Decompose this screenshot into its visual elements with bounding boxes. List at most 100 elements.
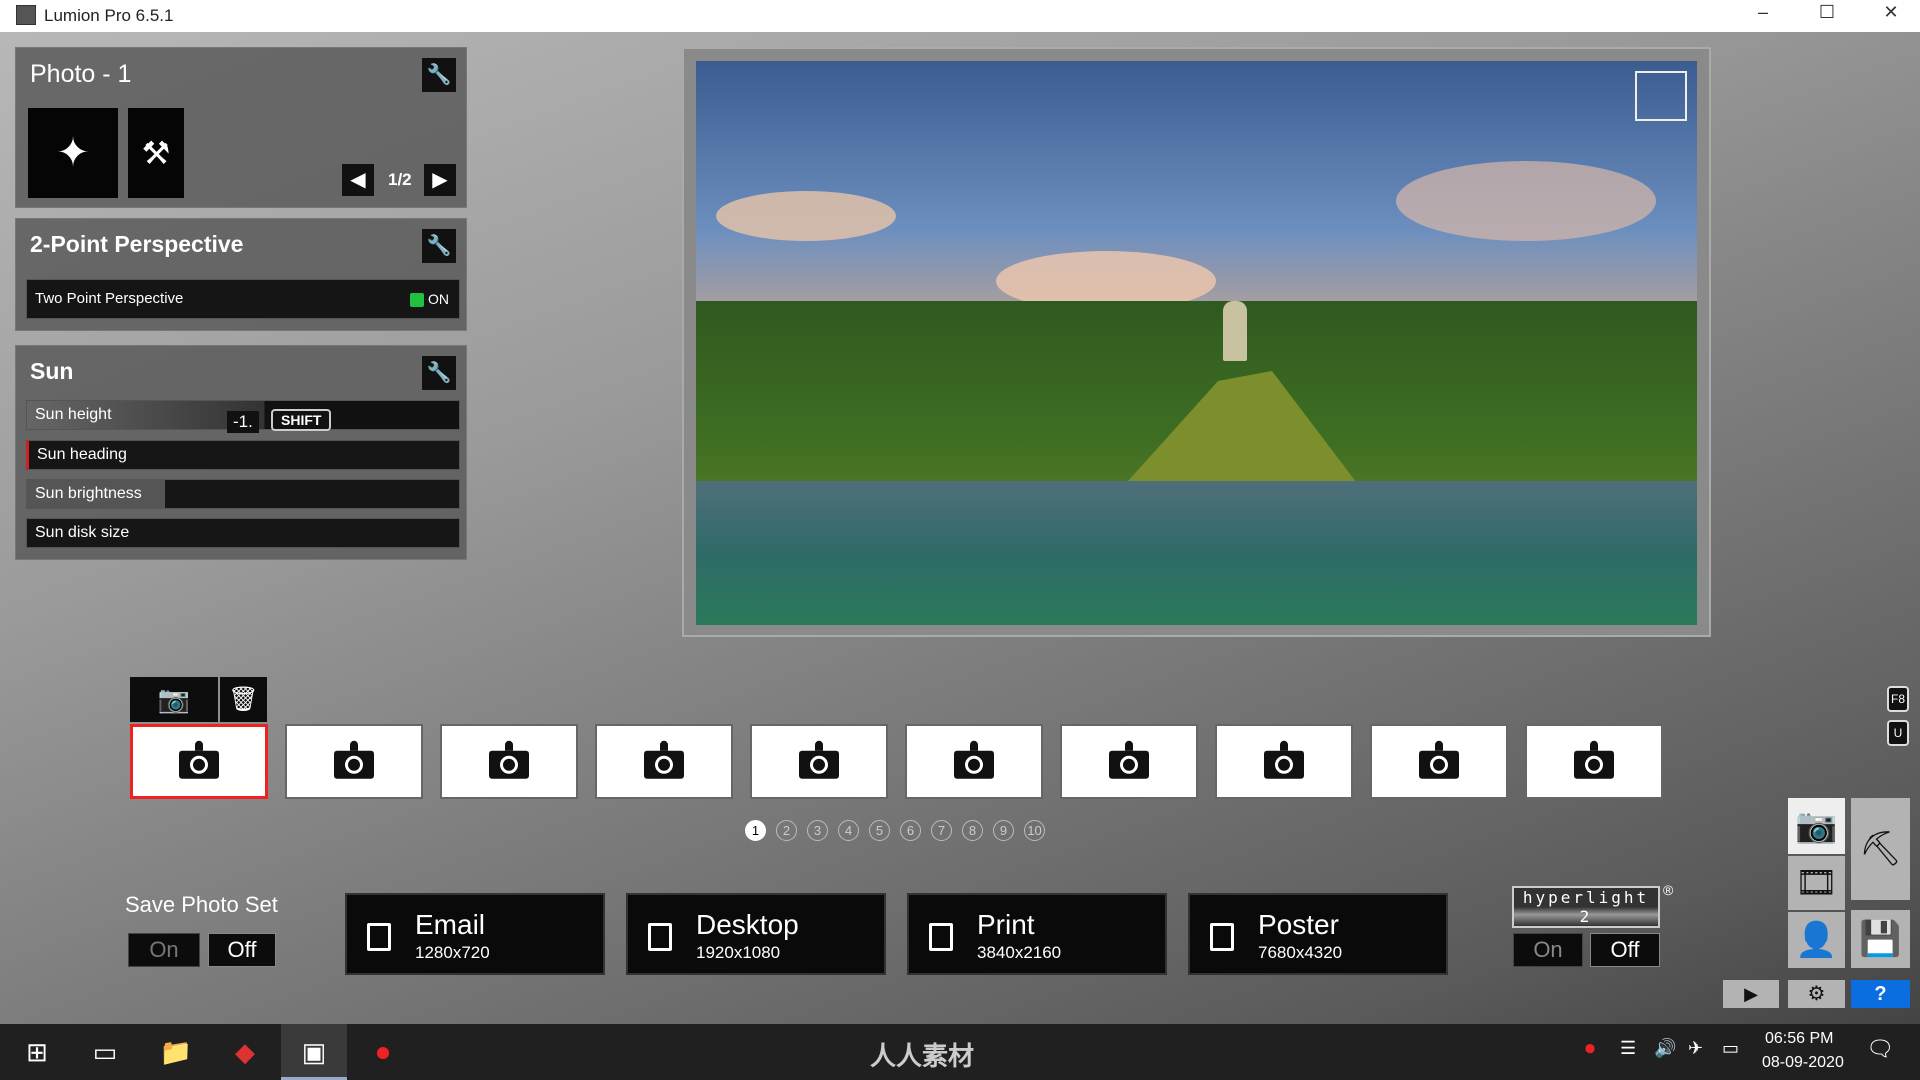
movie-mode-button[interactable]: 🎞: [1788, 856, 1845, 910]
camera-icon: [1109, 740, 1149, 779]
sun-height-slider[interactable]: Sun height -1. SHIFT: [26, 400, 460, 433]
perspective-effect-row[interactable]: Two Point Perspective ON: [26, 279, 460, 319]
wrench-icon[interactable]: 🔧: [422, 229, 456, 263]
next-page-button[interactable]: ▶: [424, 164, 456, 196]
floppy-icon: [367, 923, 391, 951]
page-dot[interactable]: 10: [1024, 820, 1045, 841]
clock-time[interactable]: 06:56 PM: [1765, 1030, 1833, 1048]
photo-slot[interactable]: [285, 724, 423, 799]
lumion-taskbar-icon[interactable]: ▣: [281, 1024, 347, 1080]
help-button[interactable]: ?: [1851, 980, 1910, 1008]
page-dot[interactable]: 6: [900, 820, 921, 841]
clock-date[interactable]: 08-09-2020: [1762, 1054, 1844, 1072]
play-icon: ▶: [1744, 984, 1758, 1004]
on-toggle[interactable]: ON: [410, 291, 449, 308]
page-dot[interactable]: 5: [869, 820, 890, 841]
effect-slot-button[interactable]: ⚒: [128, 108, 184, 198]
registered-mark: ®: [1663, 882, 1674, 898]
render-name: Poster: [1258, 909, 1339, 940]
page-dot[interactable]: 2: [776, 820, 797, 841]
floppy-icon: 💾: [1859, 920, 1902, 958]
viewport-frame-toggle[interactable]: [1635, 71, 1687, 121]
wrench-icon[interactable]: 🔧: [422, 356, 456, 390]
photo-slot[interactable]: [595, 724, 733, 799]
close-button[interactable]: ✕: [1868, 2, 1914, 28]
render-name: Print: [977, 909, 1035, 940]
slider-label: Sun heading: [37, 446, 127, 463]
record-icon[interactable]: ⏺: [350, 1024, 416, 1080]
sun-disk-size-slider[interactable]: Sun disk size: [26, 518, 460, 548]
maximize-button[interactable]: ☐: [1804, 2, 1850, 28]
photo-slot[interactable]: [1525, 724, 1663, 799]
logo-text: hyperlight 2: [1522, 888, 1650, 926]
render-poster-button[interactable]: Poster 7680x4320: [1188, 893, 1448, 975]
camera-icon: [954, 740, 994, 779]
hyperlight-on-button[interactable]: On: [1513, 933, 1583, 967]
photo-slot[interactable]: [905, 724, 1043, 799]
sun-brightness-slider[interactable]: Sun brightness: [26, 479, 460, 509]
build-mode-button[interactable]: ⛏: [1851, 798, 1910, 900]
camera-icon: [1574, 740, 1614, 779]
render-print-button[interactable]: Print 3840x2160: [907, 893, 1167, 975]
save-set-off-button[interactable]: Off: [208, 933, 276, 967]
windows-start-icon[interactable]: ⊞: [4, 1024, 70, 1080]
render-size: 7680x4320: [1258, 943, 1343, 962]
volume-icon[interactable]: 🔊: [1654, 1038, 1676, 1059]
page-dot[interactable]: 9: [993, 820, 1014, 841]
prev-page-button[interactable]: ◀: [342, 164, 374, 196]
page-dot[interactable]: 4: [838, 820, 859, 841]
wrench-icon[interactable]: 🔧: [422, 58, 456, 92]
page-dot[interactable]: 8: [962, 820, 983, 841]
render-desktop-button[interactable]: Desktop 1920x1080: [626, 893, 886, 975]
title-bar: Lumion Pro 6.5.1 – ☐ ✕: [0, 0, 1920, 32]
save-button[interactable]: 💾: [1851, 910, 1910, 968]
recording-tray-icon[interactable]: ⏺: [1585, 1038, 1595, 1061]
network-icon[interactable]: ☰: [1620, 1038, 1636, 1059]
camera-icon: [1419, 740, 1459, 779]
delete-photo-button[interactable]: 🗑: [220, 677, 267, 722]
render-email-button[interactable]: Email 1280x720: [345, 893, 605, 975]
photo-slot[interactable]: [750, 724, 888, 799]
notification-icon[interactable]: 🗨: [1866, 1036, 1894, 1062]
file-explorer-icon[interactable]: 📁: [143, 1024, 209, 1080]
page-dot[interactable]: 1: [745, 820, 766, 841]
slider-label: Sun height: [35, 406, 112, 423]
camera-icon: 📷: [1795, 807, 1838, 845]
battery-icon[interactable]: ▭: [1722, 1038, 1739, 1059]
panorama-mode-button[interactable]: 👤: [1788, 912, 1845, 968]
photo-mode-button[interactable]: 📷: [1788, 798, 1845, 854]
photo-slot[interactable]: [130, 724, 268, 799]
watermark-logo: 人人素材: [870, 1041, 975, 1071]
page-indicator: 1/2: [388, 170, 412, 189]
page-dot[interactable]: 7: [931, 820, 952, 841]
minimize-button[interactable]: –: [1740, 2, 1786, 28]
take-photo-button[interactable]: 📷: [130, 677, 218, 722]
toggle-label: ON: [428, 291, 449, 307]
add-effect-button[interactable]: ✦: [28, 108, 118, 198]
photo-slot[interactable]: [1370, 724, 1508, 799]
photo-slot[interactable]: [1215, 724, 1353, 799]
save-set-on-button[interactable]: On: [128, 933, 200, 967]
play-button[interactable]: ▶: [1723, 980, 1779, 1008]
render-viewport[interactable]: [696, 61, 1697, 625]
floppy-icon: [1210, 923, 1234, 951]
page-dot[interactable]: 3: [807, 820, 828, 841]
slider-label: Sun brightness: [35, 485, 142, 502]
f8-key-hint[interactable]: F8: [1887, 686, 1909, 712]
u-key-hint[interactable]: U: [1887, 720, 1909, 746]
camera-icon: [644, 740, 684, 779]
airplane-icon[interactable]: ✈: [1688, 1038, 1703, 1059]
toggle-indicator: [410, 293, 425, 308]
settings-button[interactable]: ⚙: [1788, 980, 1845, 1008]
task-view-icon[interactable]: ▭: [72, 1024, 138, 1080]
photo-title: Photo - 1: [30, 60, 132, 88]
photo-slot[interactable]: [440, 724, 578, 799]
sketchup-icon[interactable]: ◆: [212, 1024, 278, 1080]
statue: [1223, 301, 1247, 361]
stars-plus-icon: ✦: [56, 131, 90, 175]
worker-stars-icon: ⚒: [141, 135, 171, 171]
sun-heading-slider[interactable]: Sun heading: [26, 440, 460, 470]
window-title: Lumion Pro 6.5.1: [44, 6, 174, 25]
hyperlight-off-button[interactable]: Off: [1590, 933, 1660, 967]
photo-slot[interactable]: [1060, 724, 1198, 799]
